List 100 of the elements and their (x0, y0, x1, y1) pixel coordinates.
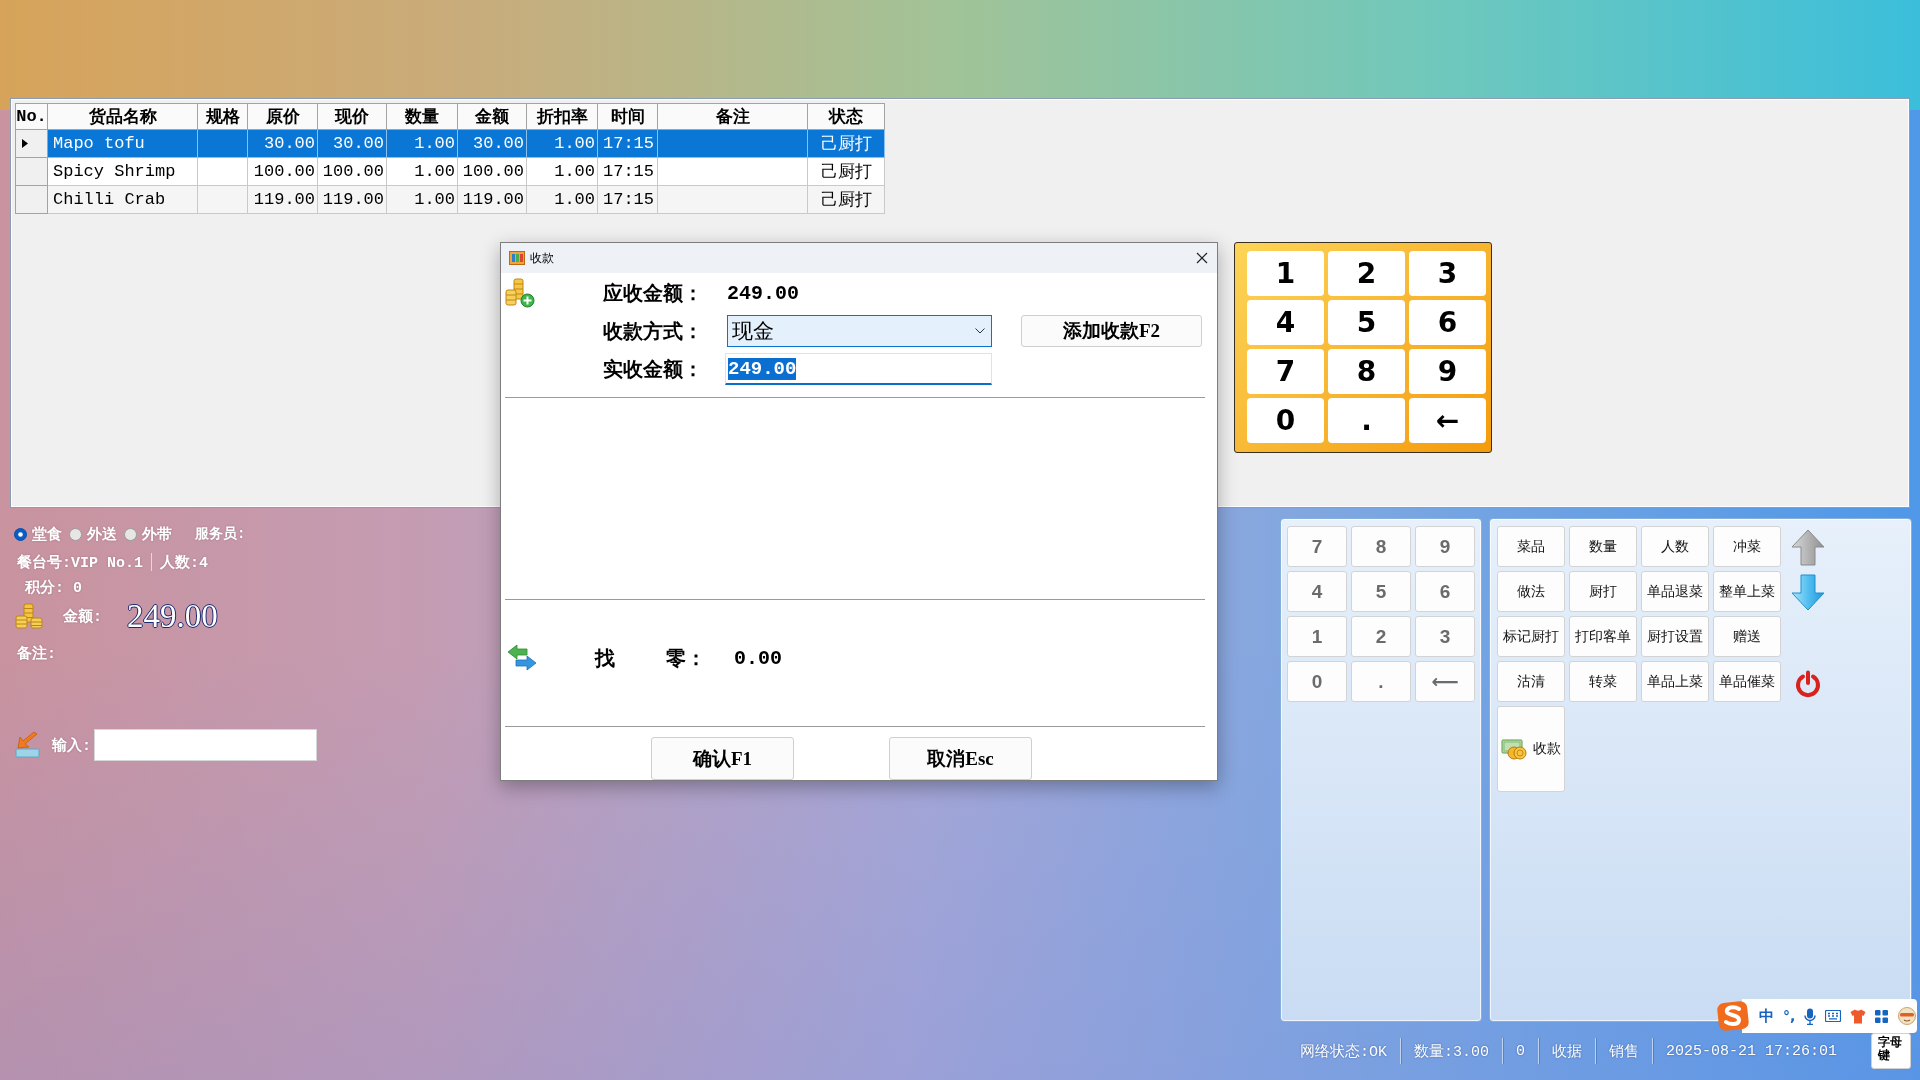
field-label: 应收金额： (603, 280, 704, 306)
keypad-key[interactable]: ← (1409, 398, 1486, 443)
keypad-key[interactable]: 7 (1247, 349, 1324, 394)
function-button[interactable]: 人数 (1641, 526, 1709, 567)
number-key[interactable]: 0 (1287, 661, 1347, 702)
keyboard-icon[interactable] (1825, 1010, 1842, 1022)
s-logo-icon (1716, 1000, 1750, 1032)
table-cell: 己厨打 (807, 157, 885, 186)
amount-received-field[interactable]: 249.00 (725, 353, 992, 385)
column-header[interactable]: 时间 (597, 103, 658, 130)
function-button[interactable]: 厨打设置 (1641, 616, 1709, 657)
function-button[interactable]: 菜品 (1497, 526, 1565, 567)
microphone-icon[interactable] (1804, 1007, 1817, 1025)
number-key[interactable]: 4 (1287, 571, 1347, 612)
column-header[interactable]: 规格 (197, 103, 248, 130)
shirt-icon[interactable] (1850, 1008, 1867, 1024)
function-button[interactable]: 单品催菜 (1713, 661, 1781, 702)
close-icon (1196, 252, 1208, 264)
chevron-down-icon (975, 328, 985, 334)
keypad-key[interactable]: 9 (1409, 349, 1486, 394)
number-key[interactable]: 6 (1415, 571, 1475, 612)
table-row[interactable]: Spicy Shrimp 100.00 100.00 1.00 100.00 1.00 17:15 己厨打 (15, 157, 885, 186)
number-key[interactable]: 9 (1415, 526, 1475, 567)
column-header[interactable]: 现价 (317, 103, 387, 130)
change-label: 零： (666, 645, 706, 671)
change-label: 找 (595, 645, 615, 671)
waiter-label: 服务员: (195, 525, 246, 543)
coins-icon (15, 603, 43, 629)
table-cell: 17:15 (597, 129, 658, 158)
number-key[interactable]: 3 (1415, 616, 1475, 657)
number-key[interactable]: 1 (1287, 616, 1347, 657)
down-arrow-icon[interactable] (1790, 574, 1825, 611)
function-button[interactable]: 沽清 (1497, 661, 1565, 702)
add-payment-button[interactable]: 添加收款F2 (1021, 315, 1202, 347)
function-button[interactable]: 做法 (1497, 571, 1565, 612)
table-cell: 100.00 (247, 157, 318, 186)
keypad-key[interactable]: 4 (1247, 300, 1324, 345)
number-key[interactable]: 7 (1287, 526, 1347, 567)
function-button[interactable]: 标记厨打 (1497, 616, 1565, 657)
column-header[interactable]: 状态 (807, 103, 885, 130)
function-button[interactable]: 数量 (1569, 526, 1637, 567)
status-text: 收据 (1552, 1042, 1583, 1061)
number-key[interactable]: 8 (1351, 526, 1411, 567)
table-cell: 1.00 (386, 185, 458, 214)
table-number: 餐台号:VIP No.1 (17, 553, 143, 572)
keypad-key[interactable]: 5 (1328, 300, 1405, 345)
up-arrow-icon[interactable] (1790, 529, 1825, 566)
guest-count: 人数:4 (160, 553, 209, 572)
keypad-key[interactable]: 0 (1247, 398, 1324, 443)
number-key[interactable]: 2 (1351, 616, 1411, 657)
function-button[interactable]: 转菜 (1569, 661, 1637, 702)
function-button[interactable]: 打印客单 (1569, 616, 1637, 657)
keypad-key[interactable]: 2 (1328, 251, 1405, 296)
table-cell: 17:15 (597, 185, 658, 214)
column-header[interactable]: 折扣率 (526, 103, 598, 130)
column-header[interactable]: 金额 (457, 103, 527, 130)
banknote-coins-icon (1501, 738, 1527, 760)
status-text: 0 (1516, 1042, 1526, 1060)
confirm-button[interactable]: 确认F1 (651, 737, 794, 780)
function-button[interactable]: 厨打 (1569, 571, 1637, 612)
function-button[interactable]: 整单上菜 (1713, 571, 1781, 612)
language-indicator[interactable]: 中 (1759, 1006, 1774, 1026)
emoji-icon[interactable] (1897, 1007, 1918, 1025)
column-header[interactable]: 数量 (386, 103, 458, 130)
function-button[interactable]: 赠送 (1713, 616, 1781, 657)
keypad-key[interactable]: . (1328, 398, 1405, 443)
keypad-key[interactable]: 6 (1409, 300, 1486, 345)
column-header[interactable]: 备注 (657, 103, 808, 130)
payment-method-dropdown[interactable]: 现金 (727, 315, 992, 347)
app-icon (509, 251, 525, 265)
table-row[interactable]: Chilli Crab 119.00 119.00 1.00 119.00 1.00 17:15 己厨打 (15, 185, 885, 214)
keypad-key[interactable]: 1 (1247, 251, 1324, 296)
table-cell: 1.00 (386, 129, 458, 158)
column-header[interactable]: No. (15, 103, 48, 130)
input-field[interactable] (94, 729, 317, 761)
keypad-key[interactable]: 3 (1409, 251, 1486, 296)
column-header[interactable]: 原价 (247, 103, 318, 130)
punctuation-toggle[interactable]: °, (1783, 1008, 1796, 1024)
grid-icon[interactable] (1875, 1009, 1889, 1023)
number-key[interactable]: 5 (1351, 571, 1411, 612)
number-key[interactable]: . (1351, 661, 1411, 702)
table-cell: 30.00 (317, 129, 387, 158)
function-button[interactable]: 单品退菜 (1641, 571, 1709, 612)
cancel-button[interactable]: 取消Esc (889, 737, 1032, 780)
checkout-button[interactable]: 收款 (1497, 706, 1565, 792)
table-cell: 30.00 (457, 129, 527, 158)
power-icon[interactable] (1793, 670, 1822, 698)
function-button[interactable]: 冲菜 (1713, 526, 1781, 567)
function-button[interactable]: 单品上菜 (1641, 661, 1709, 702)
status-text: 2025-08-21 17:26:01 (1666, 1042, 1838, 1060)
keyboard-mode-indicator[interactable]: 字母键 (1871, 1033, 1911, 1069)
amount-due-value: 249.00 (727, 281, 800, 305)
column-header[interactable]: 货品名称 (47, 103, 198, 130)
note-label: 备注: (17, 646, 56, 663)
number-key[interactable]: ⟵ (1415, 661, 1475, 702)
input-label: 输入: (52, 736, 91, 755)
status-text: 销售 (1609, 1042, 1640, 1061)
table-row[interactable]: Mapo tofu 30.00 30.00 1.00 30.00 1.00 17:15 己厨打 (15, 129, 885, 158)
amount-label: 金额: (63, 607, 102, 626)
keypad-key[interactable]: 8 (1328, 349, 1405, 394)
